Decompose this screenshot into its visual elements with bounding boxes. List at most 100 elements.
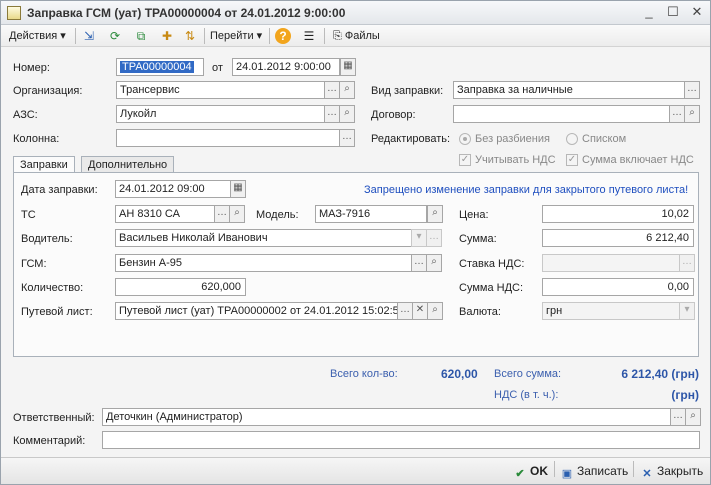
organization-label: Организация: [13, 85, 83, 97]
clear-icon[interactable]: ✕ [412, 302, 428, 320]
calendar-icon[interactable]: ▦ [340, 58, 356, 76]
toolbar-divider [269, 28, 270, 44]
vat-rate-label: Ставка НДС: [459, 258, 525, 270]
driver-field[interactable]: Васильев Николай Иванович [115, 229, 412, 247]
select-ellipsis-icon[interactable]: … [397, 302, 413, 320]
search-icon[interactable]: ⌕ [685, 408, 701, 426]
responsible-field[interactable]: Деточкин (Администратор) [102, 408, 671, 426]
refuel-type-field[interactable]: Заправка за наличные [453, 81, 685, 99]
vehicle-field[interactable]: АН 8310 СА [115, 205, 215, 223]
close-icon: ✕ [642, 468, 652, 480]
copy-document-icon[interactable]: ⧉ [133, 28, 149, 44]
select-ellipsis-icon[interactable]: … [411, 254, 427, 272]
date-separator: от [212, 62, 223, 74]
select-ellipsis-icon[interactable]: … [324, 105, 340, 123]
help-icon[interactable]: ? [275, 28, 291, 44]
vat-sum-label: Сумма НДС: [459, 282, 524, 294]
search-icon[interactable]: ⌕ [229, 205, 245, 223]
station-label: АЗС: [13, 109, 38, 121]
save-button[interactable]: ▣ Записать [560, 463, 628, 480]
fuel-field[interactable]: Бензин А-95 [115, 254, 412, 272]
organization-field[interactable]: Трансервис [116, 81, 325, 99]
number-field[interactable]: ТРА00000004 [116, 58, 204, 76]
waybill-label: Путевой лист: [21, 306, 93, 318]
toolbar-divider [204, 28, 205, 44]
price-field[interactable]: 10,02 [542, 205, 694, 223]
ok-button[interactable]: ✔ OK [513, 463, 548, 480]
total-sum-value: 6 212,40 (грн) [621, 367, 699, 381]
document-window: Заправка ГСМ (уат) ТРА00000004 от 24.01.… [0, 0, 711, 485]
sum-includes-vat-checkbox[interactable]: ✓ [566, 154, 578, 166]
currency-field[interactable]: грн [542, 302, 680, 320]
currency-label: Валюта: [459, 306, 501, 318]
search-icon[interactable]: ⌕ [684, 105, 700, 123]
check-icon: ✔ [515, 468, 525, 480]
search-icon[interactable]: ⌕ [339, 105, 355, 123]
total-qty-label: Всего кол-во: [330, 368, 398, 380]
comment-field[interactable] [102, 431, 700, 449]
files-button[interactable]: ⎘ Файлы [333, 28, 380, 44]
radio-list[interactable] [566, 133, 578, 145]
vat-checkbox[interactable]: ✓ [459, 154, 471, 166]
quantity-label: Количество: [21, 282, 84, 294]
post-document-icon[interactable]: ⇲ [81, 28, 97, 44]
paperclip-icon: ⎘ [333, 30, 345, 42]
comment-label: Комментарий: [13, 435, 86, 447]
chevron-down-icon[interactable]: ▾ [679, 302, 695, 320]
vat-rate-field[interactable] [542, 254, 680, 272]
vat-sum-field[interactable]: 0,00 [542, 278, 694, 296]
search-icon[interactable]: ⌕ [426, 254, 442, 272]
number-label: Номер: [13, 62, 50, 74]
chevron-down-icon[interactable]: ▾ [411, 229, 427, 247]
quantity-field[interactable]: 620,000 [115, 278, 246, 296]
search-icon[interactable]: ⌕ [339, 81, 355, 99]
contract-label: Договор: [371, 109, 416, 121]
contract-field[interactable] [453, 105, 670, 123]
bottom-bar: ✔ OK ▣ Записать ✕ Закрыть [1, 457, 710, 484]
column-field[interactable] [116, 129, 340, 147]
vehicle-label: ТС [21, 209, 36, 221]
close-label: Закрыть [657, 464, 704, 478]
model-field[interactable]: МАЗ-7916 [315, 205, 427, 223]
select-ellipsis-icon[interactable]: … [670, 408, 686, 426]
tab-additional[interactable]: Дополнительно [81, 156, 175, 173]
close-window-button[interactable]: ✕ [687, 4, 707, 21]
column-label: Колонна: [13, 133, 60, 145]
waybill-field[interactable]: Путевой лист (уат) ТРА00000002 от 24.01.… [115, 302, 398, 320]
movements-icon[interactable]: ⇅ [182, 28, 198, 44]
chevron-down-icon: ▾ [256, 30, 263, 42]
title-bar: Заправка ГСМ (уат) ТРА00000004 от 24.01.… [1, 1, 710, 25]
responsible-label: Ответственный: [13, 412, 95, 424]
search-icon[interactable]: ⌕ [427, 205, 443, 223]
maximize-button[interactable]: ☐ [663, 4, 683, 21]
fuel-label: ГСМ: [21, 258, 47, 270]
date-field[interactable]: 24.01.2012 9:00:00 [232, 58, 340, 76]
select-ellipsis-icon[interactable]: … [669, 105, 685, 123]
toolbar-divider [633, 461, 634, 477]
select-ellipsis-icon[interactable]: … [684, 81, 700, 99]
closed-waybill-warning: Запрещено изменение заправки для закрыто… [364, 184, 689, 196]
sum-field[interactable]: 6 212,40 [542, 229, 694, 247]
goto-menu[interactable]: Перейти ▾ [210, 28, 262, 44]
refuel-type-label: Вид заправки: [371, 85, 444, 97]
station-field[interactable]: Лукойл [116, 105, 325, 123]
price-label: Цена: [459, 209, 489, 221]
actions-menu[interactable]: Действия ▾ [9, 28, 66, 44]
close-button[interactable]: ✕ Закрыть [640, 463, 703, 480]
select-ellipsis-icon[interactable]: … [324, 81, 340, 99]
calendar-icon[interactable]: ▦ [230, 180, 246, 198]
minimize-button[interactable]: _ [639, 4, 659, 21]
radio-no-split[interactable] [459, 133, 471, 145]
select-ellipsis-icon[interactable]: … [426, 229, 442, 247]
save-label: Записать [577, 464, 629, 478]
refresh-icon[interactable]: ⟳ [107, 28, 123, 44]
vat-included-label: НДС (в т. ч.): [494, 389, 559, 401]
list-settings-icon[interactable]: ☰ [301, 28, 317, 44]
refuel-date-field[interactable]: 24.01.2012 09:00 [115, 180, 231, 198]
select-ellipsis-icon[interactable]: … [339, 129, 355, 147]
create-based-on-icon[interactable]: ✚ [159, 28, 175, 44]
select-ellipsis-icon[interactable]: … [679, 254, 695, 272]
select-ellipsis-icon[interactable]: … [214, 205, 230, 223]
sum-includes-vat-label: Сумма включает НДС [582, 154, 694, 166]
search-icon[interactable]: ⌕ [427, 302, 443, 320]
